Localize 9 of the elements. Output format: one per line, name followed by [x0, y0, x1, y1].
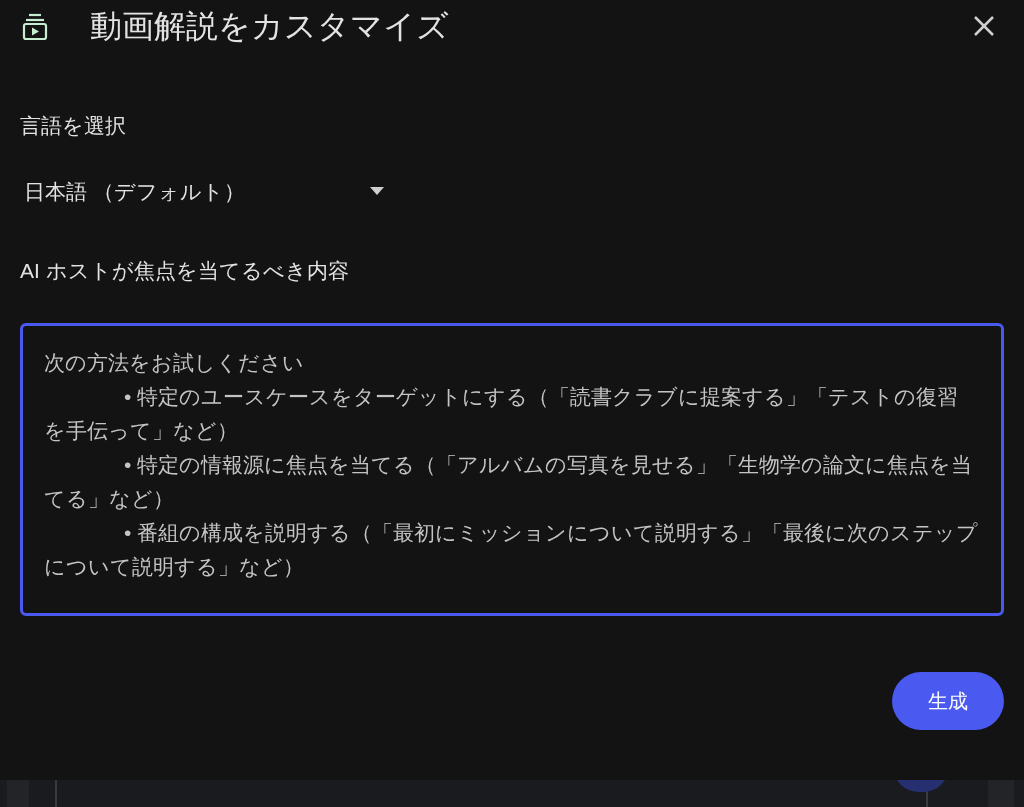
focus-label: AI ホストが焦点を当てるべき内容: [20, 258, 350, 284]
generate-button[interactable]: 生成: [892, 671, 1004, 730]
dialog-title: 動画解説をカスタマイズ: [90, 7, 449, 46]
language-label: 言語を選択: [20, 113, 127, 139]
video-stack-icon: [20, 11, 50, 41]
language-dropdown[interactable]: 日本語 （デフォルト）: [24, 175, 384, 207]
focus-input-field[interactable]: 次の方法をお試しください • 特定のユースケースをターゲットにする（「読書クラブに提案する」「テストの復習を手伝って」など） • 特定の情報源に焦点を当てる（「アルバムの写真を見せる」「生物学の論文に焦点を当てる」など） • 番組の構成を説明する（「最初にミッションについて説明する」「最後に次のステップについて説明する」など）: [20, 322, 1004, 616]
close-button[interactable]: [972, 14, 996, 38]
dropdown-caret-icon: [370, 187, 384, 196]
